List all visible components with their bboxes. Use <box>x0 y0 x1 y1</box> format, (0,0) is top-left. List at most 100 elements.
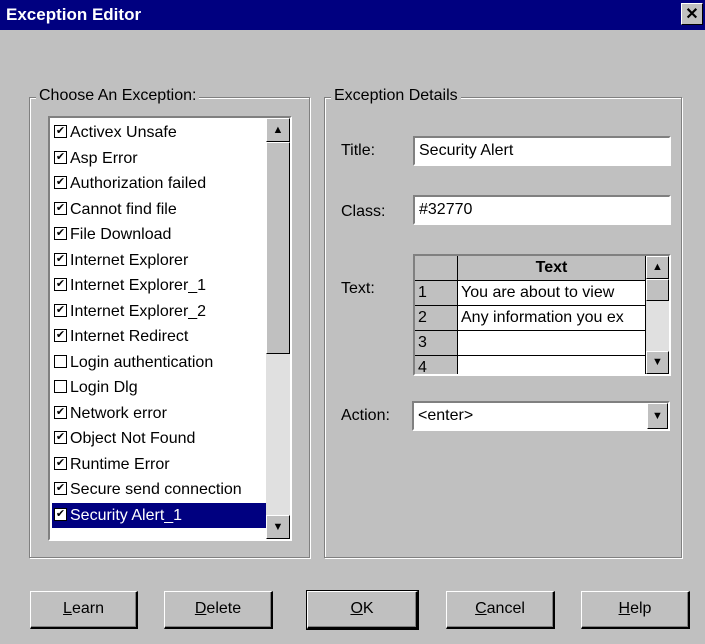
grid-column-header[interactable]: Text <box>458 256 646 281</box>
exception-list-item[interactable]: ✔ Activex Unsafe <box>52 120 266 146</box>
learn-button[interactable]: Learn <box>30 591 138 629</box>
exception-item-label: Activex Unsafe <box>70 124 177 141</box>
action-combobox[interactable]: <enter> ▼ <box>412 401 670 431</box>
text-label: Text: <box>341 280 375 297</box>
grid-cell[interactable]: You are about to view <box>458 281 646 306</box>
grid-cell[interactable]: Any information you ex <box>458 306 646 331</box>
delete-button[interactable]: Delete <box>164 591 273 629</box>
exception-item-label: File Download <box>70 226 172 243</box>
title-field[interactable]: Security Alert <box>413 136 671 166</box>
checkbox-checked[interactable]: ✔ <box>54 278 67 291</box>
arrow-down-icon: ▼ <box>652 356 663 368</box>
checkbox-checked[interactable]: ✔ <box>54 405 67 419</box>
cancel-button[interactable]: Cancel <box>446 591 555 629</box>
exception-item-label: Security Alert_1 <box>70 506 183 524</box>
grid-scroll-up-button[interactable]: ▲ <box>646 256 669 279</box>
grid-scroll-thumb[interactable] <box>646 279 669 301</box>
class-field[interactable]: #32770 <box>413 195 671 225</box>
action-value: <enter> <box>418 407 474 424</box>
exception-item-label: Login Dlg <box>70 379 138 396</box>
exception-list-item[interactable]: ✔ Security Alert_1 <box>52 502 266 528</box>
class-label: Class: <box>341 203 386 220</box>
exception-list-item[interactable]: ✔ Internet Explorer_1 <box>52 273 266 299</box>
exception-listbox[interactable]: ✔ Activex Unsafe ✔ Asp Error ✔ Authorization … <box>48 116 292 541</box>
checkbox-checked[interactable]: ✔ <box>54 227 67 240</box>
exception-item-label: Object Not Found <box>70 430 196 447</box>
exception-list-item[interactable]: Login authentication <box>52 350 266 376</box>
grid-row-header[interactable]: 3 <box>415 331 458 356</box>
exception-item-label: Cannot find file <box>70 200 177 218</box>
exception-item-label: Internet Redirect <box>70 328 189 345</box>
grid-cell[interactable] <box>458 331 646 356</box>
exception-list-item[interactable]: ✔ Authorization failed <box>52 171 266 197</box>
exception-list-item[interactable]: ✔ Object Not Found <box>52 426 266 452</box>
exception-list-item[interactable]: ✔ Asp Error <box>52 146 266 172</box>
chevron-down-icon: ▼ <box>652 410 663 422</box>
checkbox-checked[interactable]: ✔ <box>54 150 67 164</box>
checkbox-checked[interactable]: ✔ <box>54 482 67 495</box>
scroll-thumb[interactable] <box>266 142 290 354</box>
cancel-mnemonic: C <box>475 600 487 617</box>
help-button[interactable]: Help <box>581 591 690 629</box>
cancel-label: ancel <box>486 600 525 617</box>
ok-button[interactable]: OK <box>306 590 419 630</box>
checkbox-checked[interactable]: ✔ <box>54 201 67 215</box>
checkbox-unchecked[interactable] <box>54 380 67 393</box>
action-dropdown-button[interactable]: ▼ <box>647 403 668 429</box>
exception-list-item[interactable]: ✔ Internet Explorer <box>52 248 266 274</box>
checkbox-checked[interactable]: ✔ <box>54 329 67 342</box>
exception-list-item[interactable]: ✔ Runtime Error <box>52 452 266 478</box>
title-label: Title: <box>341 142 376 159</box>
checkbox-checked[interactable]: ✔ <box>54 456 67 470</box>
grid-scrollbar[interactable]: ▲ ▼ <box>646 256 669 374</box>
exception-item-label: Login authentication <box>70 353 214 371</box>
scroll-up-button[interactable]: ▲ <box>266 118 290 142</box>
ok-label: K <box>362 600 374 617</box>
help-mnemonic: H <box>618 600 631 617</box>
exception-list-item[interactable]: ✔ Internet Redirect <box>52 324 266 350</box>
close-button[interactable]: ✕ <box>681 3 703 25</box>
checkbox-checked[interactable]: ✔ <box>54 176 67 189</box>
exception-item-label: Authorization failed <box>70 175 207 192</box>
exception-list-item[interactable]: ✔ Secure send connection <box>52 477 266 503</box>
arrow-up-icon: ▲ <box>272 124 284 136</box>
exception-list-scrollbar[interactable]: ▲ ▼ <box>266 118 290 539</box>
title-bar[interactable]: Exception Editor ✕ <box>0 0 705 30</box>
close-icon: ✕ <box>685 6 699 23</box>
checkbox-checked[interactable]: ✔ <box>54 125 67 138</box>
checkbox-checked[interactable]: ✔ <box>54 507 67 521</box>
grid-corner <box>415 256 458 281</box>
exception-list-item[interactable]: ✔ Internet Explorer_2 <box>52 299 266 325</box>
exception-list-item[interactable]: Login Dlg <box>52 375 266 401</box>
checkbox-checked[interactable]: ✔ <box>54 431 67 444</box>
ok-mnemonic: O <box>350 600 363 617</box>
grid-row-header[interactable]: 1 <box>415 281 458 306</box>
exception-item-label: Internet Explorer <box>70 251 189 269</box>
scroll-down-button[interactable]: ▼ <box>266 515 290 539</box>
exception-item-label: Network error <box>70 404 167 422</box>
exception-item-label: Secure send connection <box>70 481 242 498</box>
arrow-down-icon: ▼ <box>272 521 284 533</box>
exception-list-item[interactable]: ✔ Network error <box>52 401 266 427</box>
delete-label: elete <box>206 600 242 617</box>
arrow-up-icon: ▲ <box>652 261 663 273</box>
grid-scroll-down-button[interactable]: ▼ <box>646 351 669 374</box>
choose-exception-legend: Choose An Exception: <box>36 87 200 105</box>
grid-row-header[interactable]: 2 <box>415 306 458 331</box>
exception-details-legend: Exception Details <box>331 87 461 105</box>
checkbox-checked[interactable]: ✔ <box>54 303 67 317</box>
action-label: Action: <box>341 407 390 424</box>
learn-mnemonic: L <box>63 600 72 617</box>
text-grid[interactable]: Text 1 You are about to view 2 Any infor… <box>413 254 671 376</box>
window-title: Exception Editor <box>6 5 142 24</box>
grid-row-header[interactable]: 4 <box>415 356 458 374</box>
help-label: elp <box>630 600 652 617</box>
exception-list-item[interactable]: ✔ Cannot find file <box>52 197 266 223</box>
grid-cell[interactable] <box>458 356 646 374</box>
checkbox-unchecked[interactable] <box>54 354 67 368</box>
exception-item-label: Runtime Error <box>70 455 170 473</box>
exception-item-label: Internet Explorer_2 <box>70 302 207 320</box>
exception-list-item[interactable]: ✔ File Download <box>52 222 266 248</box>
exception-item-label: Internet Explorer_1 <box>70 277 207 294</box>
checkbox-checked[interactable]: ✔ <box>54 252 67 266</box>
